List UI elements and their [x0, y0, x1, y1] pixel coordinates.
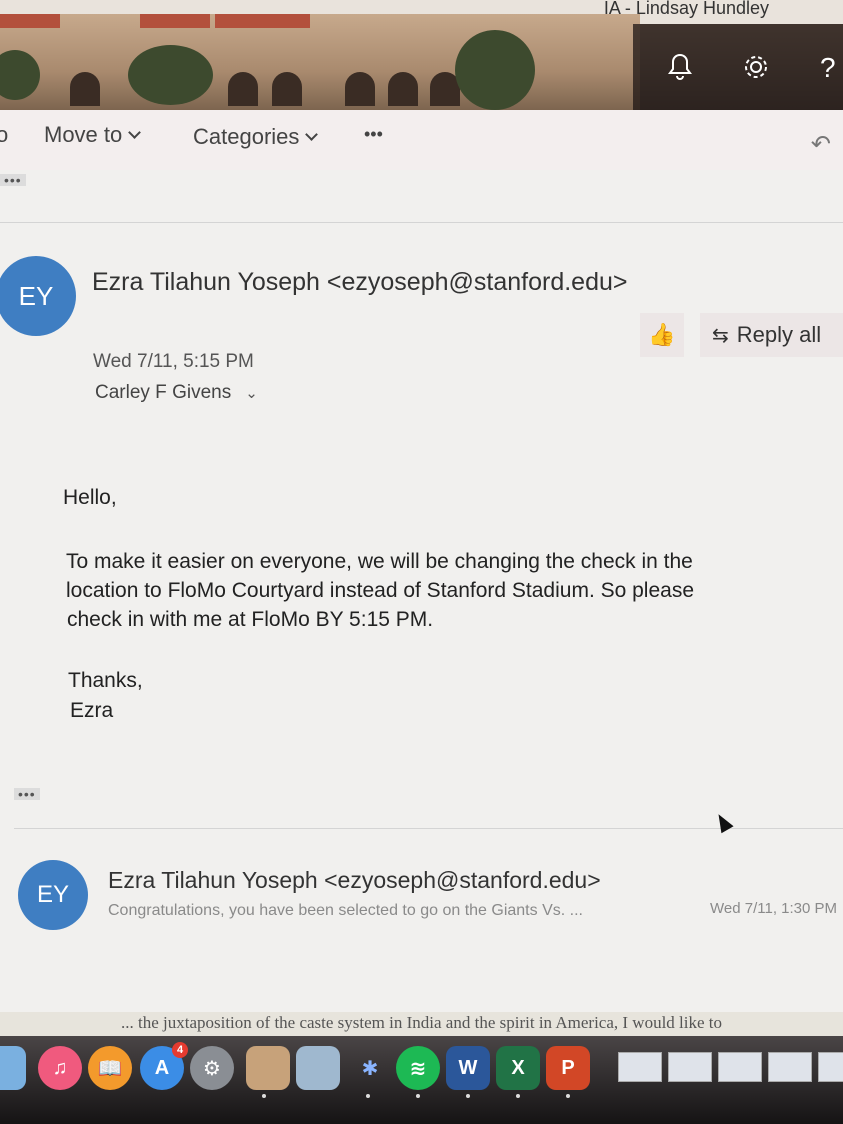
divider: [0, 222, 843, 223]
running-indicator: [262, 1094, 266, 1098]
running-indicator: [466, 1094, 470, 1098]
banner-arch: [70, 72, 100, 106]
word-glyph: W: [458, 1056, 478, 1079]
help-icon[interactable]: ?: [820, 52, 836, 84]
move-to-button[interactable]: Move to: [44, 122, 142, 148]
bluetooth-icon[interactable]: ✱: [348, 1046, 392, 1090]
banner-tree: [455, 30, 535, 110]
gear-icon[interactable]: [741, 52, 771, 89]
more-actions-button[interactable]: •••: [364, 124, 383, 145]
running-indicator: [366, 1094, 370, 1098]
toolbar-partial-label: o: [0, 122, 9, 147]
banner-arch: [345, 72, 375, 106]
app-header: IA - Lindsay Hundley ?: [0, 0, 843, 110]
banner-arch: [388, 72, 418, 106]
running-indicator: [516, 1094, 520, 1098]
banner-roof: [140, 14, 210, 28]
message-sender[interactable]: Ezra Tilahun Yoseph <ezyoseph@stanford.e…: [92, 268, 628, 297]
banner-roof: [215, 14, 310, 28]
excel-glyph: X: [511, 1056, 525, 1079]
account-name[interactable]: IA - Lindsay Hundley: [604, 0, 769, 19]
message-recipients[interactable]: Carley F Givens ⌄: [95, 382, 258, 404]
collapsed-messages-button[interactable]: •••: [0, 173, 26, 187]
image-capture-icon[interactable]: [296, 1046, 340, 1090]
avatar[interactable]: EY: [18, 860, 88, 930]
chevron-down-icon: [305, 127, 319, 141]
minimized-window-thumbnail[interactable]: [818, 1052, 843, 1082]
header-icon-band: [633, 24, 843, 110]
message-body-line: To make it easier on everyone, we will b…: [66, 550, 693, 573]
message-date: Wed 7/11, 5:15 PM: [93, 351, 254, 372]
preview-icon[interactable]: [246, 1046, 290, 1090]
toolbar-cut-off-item[interactable]: o: [0, 122, 8, 148]
message-signature: Ezra: [70, 699, 114, 722]
expand-recipients-icon: ⌄: [245, 385, 258, 402]
recipient-name: Carley F Givens: [95, 382, 232, 403]
notification-badge: 4: [172, 1042, 188, 1058]
like-button[interactable]: 👍: [640, 313, 684, 357]
minimized-window-thumbnail[interactable]: [718, 1052, 762, 1082]
banner-tree: [128, 45, 213, 105]
banner-arch: [272, 72, 302, 106]
finder-icon[interactable]: [0, 1046, 26, 1090]
excel-icon[interactable]: X: [496, 1046, 540, 1090]
app-store-icon[interactable]: A 4: [140, 1042, 188, 1090]
bell-icon[interactable]: [668, 52, 692, 87]
minimized-window-thumbnail[interactable]: [768, 1052, 812, 1082]
running-indicator: [566, 1094, 570, 1098]
message-greeting: Hello,: [63, 486, 117, 509]
itunes-icon[interactable]: ♫: [38, 1046, 82, 1090]
chevron-down-icon: [128, 125, 142, 139]
reply-all-label: Reply all: [736, 322, 822, 347]
move-to-label: Move to: [44, 122, 123, 147]
thumbs-up-icon: 👍: [648, 322, 676, 347]
thread-date: Wed 7/11, 1:30 PM: [710, 900, 838, 917]
powerpoint-icon[interactable]: P: [546, 1046, 590, 1090]
spotify-icon[interactable]: ≋: [396, 1046, 440, 1090]
more-actions-label: •••: [364, 124, 383, 144]
reply-all-icon: ⇆: [712, 324, 729, 347]
ibooks-icon[interactable]: 📖: [88, 1046, 132, 1090]
show-quoted-text-button[interactable]: •••: [14, 787, 40, 801]
message-body-line: location to FloMo Courtyard instead of S…: [66, 579, 695, 602]
message-closing: Thanks,: [68, 669, 143, 692]
minimized-window-thumbnail[interactable]: [618, 1052, 662, 1082]
thread-preview[interactable]: Congratulations, you have been selected …: [108, 902, 583, 920]
reply-all-button[interactable]: ⇆ Reply all: [700, 313, 843, 357]
thread-sender[interactable]: Ezra Tilahun Yoseph <ezyoseph@stanford.e…: [108, 867, 601, 894]
word-icon[interactable]: W: [446, 1046, 490, 1090]
powerpoint-glyph: P: [561, 1056, 575, 1079]
undo-icon[interactable]: ↶: [811, 130, 831, 159]
categories-button[interactable]: Categories: [193, 124, 319, 150]
categories-label: Categories: [193, 124, 300, 149]
banner-roof: [0, 14, 60, 28]
system-preferences-icon[interactable]: ⚙: [190, 1046, 234, 1090]
banner-arch: [228, 72, 258, 106]
minimized-window-thumbnail[interactable]: [668, 1052, 712, 1082]
message-body-line: check in with me at FloMo BY 5:15 PM.: [67, 608, 434, 631]
dock: ♫ 📖 A 4 ⚙ ✱ ≋ W X P: [0, 1036, 843, 1124]
avatar[interactable]: EY: [0, 256, 76, 336]
command-bar: o Move to Categories ••• ↶: [0, 110, 843, 170]
running-indicator: [416, 1094, 420, 1098]
app-store-glyph: A: [154, 1056, 170, 1079]
reading-pane: ••• EY Ezra Tilahun Yoseph <ezyoseph@sta…: [0, 170, 843, 1020]
